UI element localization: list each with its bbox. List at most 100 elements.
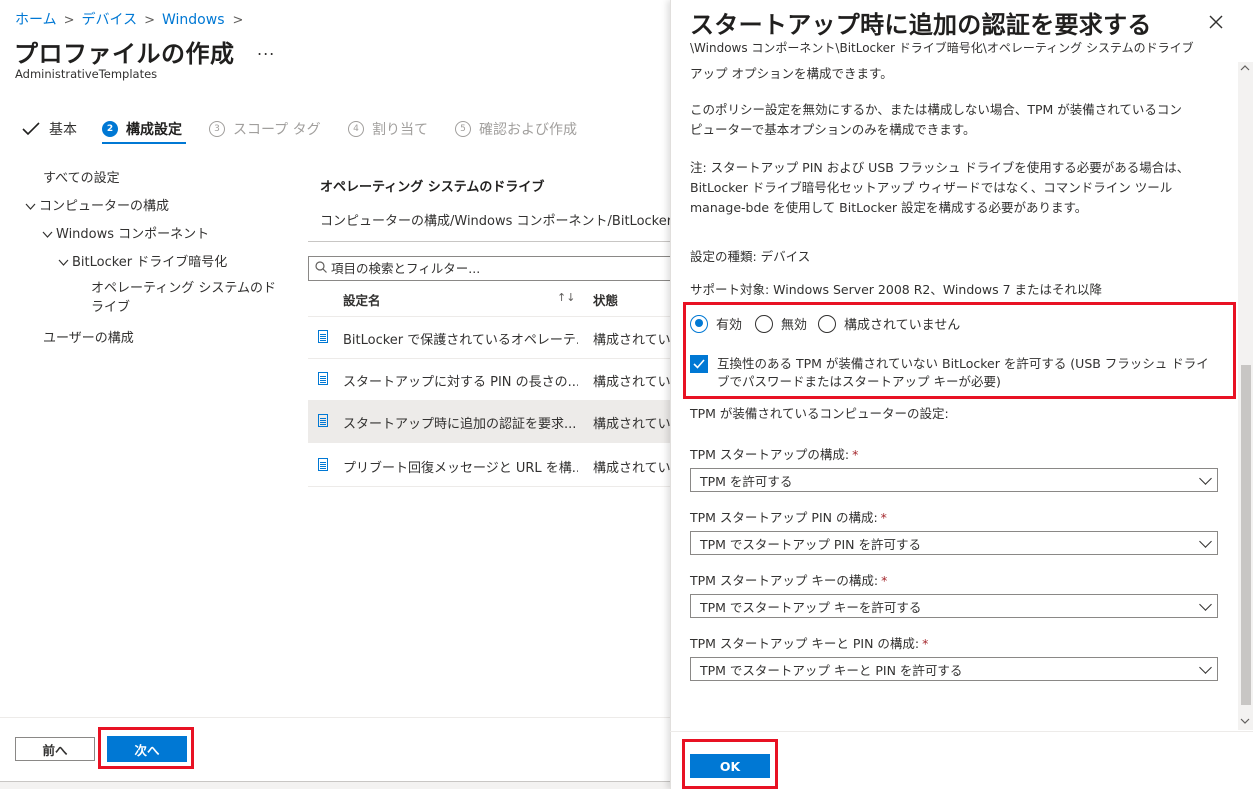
required-marker: * xyxy=(922,636,929,651)
breadcrumb-separator: > xyxy=(144,13,155,28)
tree-item-label: Windows コンポーネント xyxy=(56,227,210,242)
table-row[interactable]: スタートアップに対する PIN の長さの... 構成されていません xyxy=(308,359,670,401)
setting-state: 構成されていません xyxy=(593,417,670,432)
tree-item-os-drives[interactable]: オペレーティング システムのド ライブ xyxy=(91,279,276,317)
scroll-up-icon[interactable] xyxy=(1240,64,1250,74)
step-number: 2 xyxy=(102,121,118,137)
panel-title: スタートアップ時に追加の認証を要求する xyxy=(690,11,1152,39)
radio-circle xyxy=(818,314,836,333)
breadcrumb-home[interactable]: ホーム xyxy=(15,12,57,28)
step-label: 基本 xyxy=(49,122,77,138)
field-label: TPM スタートアップ キーの構成: * xyxy=(690,570,887,589)
ok-button[interactable]: OK xyxy=(690,754,770,778)
more-options-button[interactable]: ... xyxy=(257,40,275,59)
breadcrumb-separator: > xyxy=(232,13,244,28)
breadcrumb-windows[interactable]: Windows xyxy=(162,12,225,28)
chevron-down-icon[interactable] xyxy=(58,258,72,269)
table-row[interactable]: プリブート回復メッセージと URL を構... 構成されていません xyxy=(308,445,670,487)
divider xyxy=(0,717,670,718)
tree-item-computer-config[interactable]: コンピューターの構成 xyxy=(25,195,169,214)
setting-state: 構成されていません xyxy=(593,375,670,390)
chevron-down-icon[interactable] xyxy=(42,230,56,241)
supported-on: サポート対象: Windows Server 2008 R2、Windows 7… xyxy=(690,282,1103,297)
field-label: TPM スタートアップの構成: * xyxy=(690,444,858,463)
note-text: BitLocker ドライブ暗号化セットアップ ウィザードではなく、コマンドライ… xyxy=(690,180,1173,195)
search-box[interactable] xyxy=(308,256,670,281)
dropdown-value: TPM でスタートアップ キーと PIN を許可する xyxy=(700,662,963,678)
tree-item-label: コンピューターの構成 xyxy=(39,199,170,214)
document-icon xyxy=(318,414,328,427)
step-number: 3 xyxy=(209,121,225,137)
tpm-startup-key-dropdown[interactable]: TPM でスタートアップ キーを許可する xyxy=(690,594,1218,618)
radio-label: 有効 xyxy=(716,318,743,333)
note-text: 注: スタートアップ PIN および USB フラッシュ ドライブを使用する必要… xyxy=(690,160,1190,175)
radio-not-configured[interactable]: 構成されていません xyxy=(818,314,960,333)
dropdown-value: TPM でスタートアップ キーを許可する xyxy=(700,599,922,615)
tree-item-label: BitLocker ドライブ暗号化 xyxy=(72,255,228,270)
allow-without-tpm-checkbox[interactable] xyxy=(690,355,708,373)
step-basics[interactable]: 基本 xyxy=(22,119,77,139)
step-label: 確認および作成 xyxy=(479,122,577,138)
radio-circle xyxy=(755,314,773,333)
divider xyxy=(670,731,1253,732)
chevron-down-icon xyxy=(1199,535,1212,548)
tree-item-windows-components[interactable]: Windows コンポーネント xyxy=(42,223,209,242)
step-label: 割り当て xyxy=(372,122,428,138)
radio-label: 構成されていません xyxy=(844,318,961,333)
step-label: 構成設定 xyxy=(126,122,182,138)
checkbox-label: ブでパスワードまたはスタートアップ キーが必要) xyxy=(717,374,1001,389)
table-row-selected[interactable]: スタートアップ時に追加の認証を要求... 構成されていません xyxy=(308,401,670,443)
previous-button[interactable]: 前へ xyxy=(15,737,95,761)
setting-name: スタートアップに対する PIN の長さの... xyxy=(343,375,578,390)
field-label-text: TPM スタートアップの構成: xyxy=(690,447,850,462)
tpm-startup-dropdown[interactable]: TPM を許可する xyxy=(690,468,1218,492)
note-text: manage-bde を使用して BitLocker 設定を構成する必要がありま… xyxy=(690,200,1088,215)
field-label: TPM スタートアップ PIN の構成: * xyxy=(690,507,887,526)
step-number: 5 xyxy=(455,121,471,137)
tpm-section-label: TPM が装備されているコンピューターの設定: xyxy=(690,406,949,421)
tree-item-all-settings[interactable]: すべての設定 xyxy=(43,167,120,186)
scrollbar-thumb[interactable] xyxy=(1241,365,1251,705)
step-number: 4 xyxy=(348,121,364,137)
close-icon[interactable] xyxy=(1209,10,1223,34)
field-label-text: TPM スタートアップ PIN の構成: xyxy=(690,510,878,525)
dropdown-value: TPM でスタートアップ PIN を許可する xyxy=(700,536,921,552)
radio-disabled[interactable]: 無効 xyxy=(755,314,807,333)
tpm-startup-pin-dropdown[interactable]: TPM でスタートアップ PIN を許可する xyxy=(690,531,1218,555)
column-header-state[interactable]: 状態 xyxy=(593,290,618,309)
description-text: アップ オプションを構成できます。 xyxy=(690,66,893,81)
breadcrumb-devices[interactable]: デバイス xyxy=(82,12,138,28)
step-configuration[interactable]: 2 構成設定 xyxy=(102,119,182,139)
tpm-startup-key-pin-dropdown[interactable]: TPM でスタートアップ キーと PIN を許可する xyxy=(690,657,1218,681)
setting-state: 構成されていません xyxy=(593,333,670,348)
section-path: コンピューターの構成/Windows コンポーネント/BitLocker ドライ… xyxy=(320,214,670,229)
setting-name: スタートアップ時に追加の認証を要求... xyxy=(343,417,577,432)
panel-path: \Windows コンポーネント\BitLocker ドライブ暗号化\オペレーテ… xyxy=(690,41,1194,55)
chevron-down-icon xyxy=(1199,598,1212,611)
column-header-setting-name[interactable]: 設定名 xyxy=(343,290,381,309)
step-review-create: 5 確認および作成 xyxy=(455,119,577,139)
sort-icon[interactable]: ↑↓ xyxy=(557,291,575,304)
radio-label: 無効 xyxy=(781,318,808,333)
tree-item-bitlocker[interactable]: BitLocker ドライブ暗号化 xyxy=(58,251,227,270)
document-icon xyxy=(318,372,328,385)
description-text: このポリシー設定を無効にするか、または構成しない場合、TPM が装備されているコ… xyxy=(690,102,1182,117)
table-row[interactable]: BitLocker で保護されているオペレーテ... 構成されていません xyxy=(308,317,670,359)
tree-item-user-config[interactable]: ユーザーの構成 xyxy=(43,327,134,346)
search-input[interactable] xyxy=(331,261,661,276)
next-button[interactable]: 次へ xyxy=(107,736,187,762)
radio-enabled[interactable]: 有効 xyxy=(690,314,742,333)
horizontal-scrollbar[interactable] xyxy=(0,781,670,789)
checkbox-label: 互換性のある TPM が装備されていない BitLocker を許可する (US… xyxy=(717,356,1209,371)
required-marker: * xyxy=(852,447,859,462)
scroll-down-icon[interactable] xyxy=(1240,717,1250,727)
breadcrumb: ホーム > デバイス > Windows > xyxy=(15,9,250,29)
field-label-text: TPM スタートアップ キーの構成: xyxy=(690,573,879,588)
setting-state: 構成されていません xyxy=(593,461,670,476)
chevron-down-icon xyxy=(1199,661,1212,674)
chevron-down-icon xyxy=(1199,472,1212,485)
field-label: TPM スタートアップ キーと PIN の構成: * xyxy=(690,633,928,652)
active-step-underline xyxy=(102,142,186,144)
chevron-down-icon[interactable] xyxy=(25,202,39,213)
divider xyxy=(308,241,670,242)
